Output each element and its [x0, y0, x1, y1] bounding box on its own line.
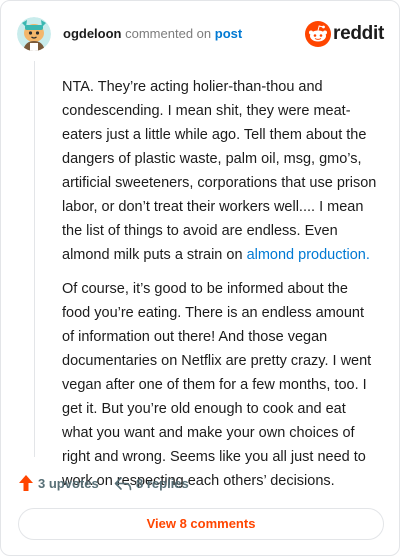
comment-paragraph: Of course, it’s good to be informed abou…	[62, 281, 372, 489]
comment-byline: ogdeloon commented on post	[63, 26, 242, 42]
comment-body: NTA. They’re acting holier-than-thou and…	[62, 75, 378, 503]
reddit-logo[interactable]: reddit	[305, 20, 384, 48]
comment-card: ogdeloon commented on post reddit NTA. T…	[0, 0, 400, 556]
comment-header: ogdeloon commented on post reddit	[17, 17, 384, 51]
reddit-snoo-icon	[305, 21, 331, 47]
view-comments-button[interactable]: View 8 comments	[18, 508, 384, 540]
upvote-button[interactable]: 3 upvotes	[18, 473, 99, 495]
comment-paragraph: NTA. They’re acting holier-than-thou and…	[62, 75, 378, 267]
almond-production-link[interactable]: almond production.	[247, 247, 370, 263]
commented-on-text: commented on	[125, 26, 212, 41]
replies-count: 8 replies	[136, 476, 189, 491]
replies-button[interactable]: 8 replies	[114, 473, 194, 495]
comment-paragraph-text: NTA. They’re acting holier-than-thou and…	[62, 79, 377, 263]
upvote-arrow-icon	[19, 475, 33, 491]
reddit-wordmark: reddit	[333, 23, 384, 44]
reply-arrow-icon	[114, 477, 132, 491]
post-link[interactable]: post	[215, 26, 242, 41]
thread-line[interactable]	[34, 61, 35, 457]
avatar[interactable]	[17, 17, 51, 51]
username-link[interactable]: ogdeloon	[63, 26, 122, 41]
upvote-count: 3 upvotes	[38, 476, 99, 491]
